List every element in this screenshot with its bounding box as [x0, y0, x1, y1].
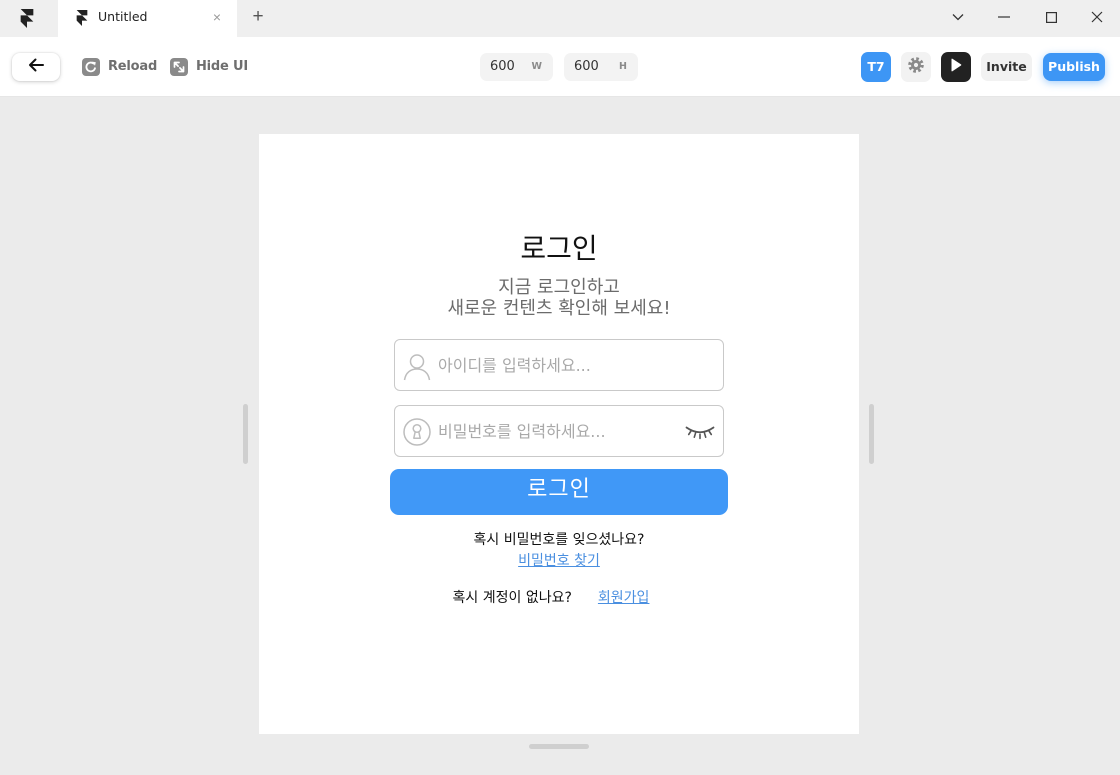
toolbar: Reload Hide UI 600 W 600 H T7 Invite Pub…	[0, 37, 1120, 97]
password-field[interactable]	[394, 405, 724, 457]
minimize-icon[interactable]	[981, 0, 1027, 34]
hide-ui-button[interactable]: Hide UI	[196, 58, 248, 76]
tab-untitled[interactable]: Untitled ×	[58, 0, 237, 37]
signup-row: 혹시 계정이 없나요? 회원가입	[259, 589, 859, 607]
subtitle-line: 새로운 컨텐츠 확인해 보세요!	[447, 298, 671, 319]
keyhole-icon	[402, 417, 432, 447]
framer-logo-icon	[76, 10, 88, 26]
width-unit: W	[531, 61, 542, 72]
chevron-down-icon[interactable]	[935, 0, 981, 34]
expand-icon[interactable]	[170, 58, 188, 76]
publish-button[interactable]: Publish	[1043, 53, 1105, 81]
right-resize-handle[interactable]	[869, 404, 874, 464]
subtitle-line: 지금 로그인하고	[498, 277, 620, 298]
reload-icon[interactable]	[82, 58, 100, 76]
height-unit: H	[619, 61, 627, 72]
play-icon	[950, 58, 962, 77]
width-value: 600	[490, 59, 515, 74]
signup-prompt: 혹시 계정이 없나요?	[452, 590, 572, 606]
arrow-left-icon	[28, 58, 44, 77]
bottom-resize-handle[interactable]	[529, 744, 589, 749]
width-input[interactable]: 600 W	[480, 53, 553, 81]
page-subtitle: 지금 로그인하고 새로운 컨텐츠 확인해 보세요!	[259, 277, 859, 319]
tab-close-icon[interactable]: ×	[210, 0, 224, 34]
height-input[interactable]: 600 H	[564, 53, 638, 81]
signup-link[interactable]: 회원가입	[598, 589, 650, 607]
left-resize-handle[interactable]	[243, 404, 248, 464]
settings-button[interactable]	[901, 52, 931, 82]
canvas: 로그인 지금 로그인하고 새로운 컨텐츠 확인해 보세요! 아이디를 입력하세요…	[0, 97, 1120, 775]
find-password-link[interactable]: 비밀번호 찾기	[518, 553, 600, 569]
id-field[interactable]	[394, 339, 724, 391]
tab-title: Untitled	[98, 9, 148, 24]
preview-button[interactable]	[941, 52, 971, 82]
new-tab-button[interactable]: +	[248, 0, 268, 34]
eye-closed-icon[interactable]	[685, 424, 715, 440]
id-input[interactable]	[438, 340, 678, 390]
invite-button[interactable]: Invite	[981, 53, 1032, 81]
height-value: 600	[574, 59, 599, 74]
user-avatar[interactable]: T7	[861, 52, 891, 82]
login-button[interactable]: 로그인	[390, 469, 728, 515]
login-frame: 로그인 지금 로그인하고 새로운 컨텐츠 확인해 보세요! 아이디를 입력하세요…	[259, 134, 859, 734]
forgot-password-row: 비밀번호 찾기	[259, 552, 859, 570]
password-input[interactable]	[438, 406, 678, 456]
gear-icon	[907, 56, 925, 79]
close-icon[interactable]	[1074, 0, 1120, 34]
forgot-password-prompt: 혹시 비밀번호를 잊으셨나요?	[473, 532, 645, 548]
title-bar: Untitled × +	[0, 0, 1120, 37]
framer-logo-icon[interactable]	[20, 9, 34, 28]
page-title: 로그인	[520, 232, 598, 265]
reload-button[interactable]: Reload	[108, 58, 157, 76]
user-icon	[402, 351, 432, 381]
maximize-icon[interactable]	[1028, 0, 1074, 34]
back-button[interactable]	[12, 53, 60, 81]
